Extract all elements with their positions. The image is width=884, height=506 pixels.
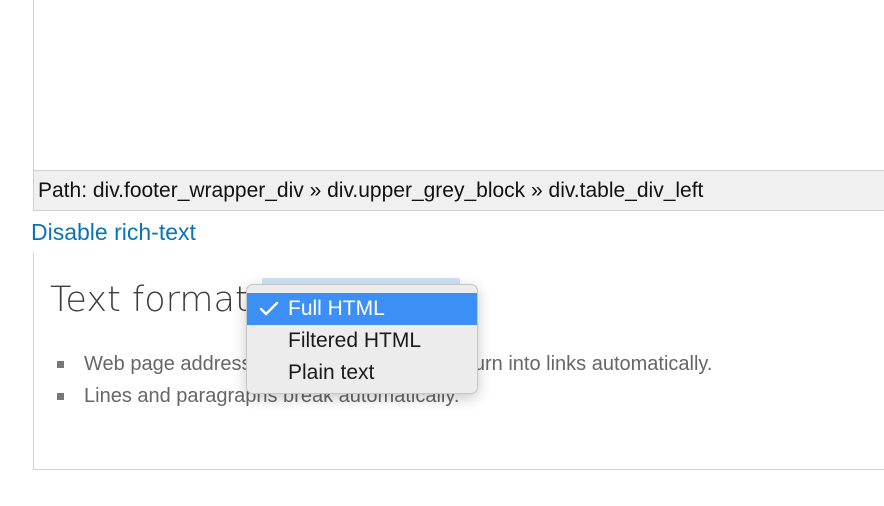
rich-text-editor-area[interactable]	[33, 0, 884, 171]
option-full-html[interactable]: Full HTML	[247, 293, 477, 325]
bullet-icon	[57, 393, 64, 400]
text-format-dropdown[interactable]: Full HTML Filtered HTML Plain text	[246, 284, 478, 394]
option-plain-text[interactable]: Plain text	[247, 357, 477, 389]
disable-rich-text-link[interactable]: Disable rich-text	[31, 219, 196, 246]
element-path-bar: Path: div.footer_wrapper_div » div.upper…	[33, 171, 884, 211]
text-format-title: Text format	[50, 280, 249, 320]
option-label: Filtered HTML	[288, 329, 422, 352]
bullet-icon	[57, 361, 64, 368]
option-label: Plain text	[288, 361, 375, 384]
checkmark-icon	[259, 301, 279, 316]
element-path-text: Path: div.footer_wrapper_div » div.upper…	[38, 179, 704, 202]
option-filtered-html[interactable]: Filtered HTML	[247, 325, 477, 357]
option-label: Full HTML	[288, 297, 385, 320]
